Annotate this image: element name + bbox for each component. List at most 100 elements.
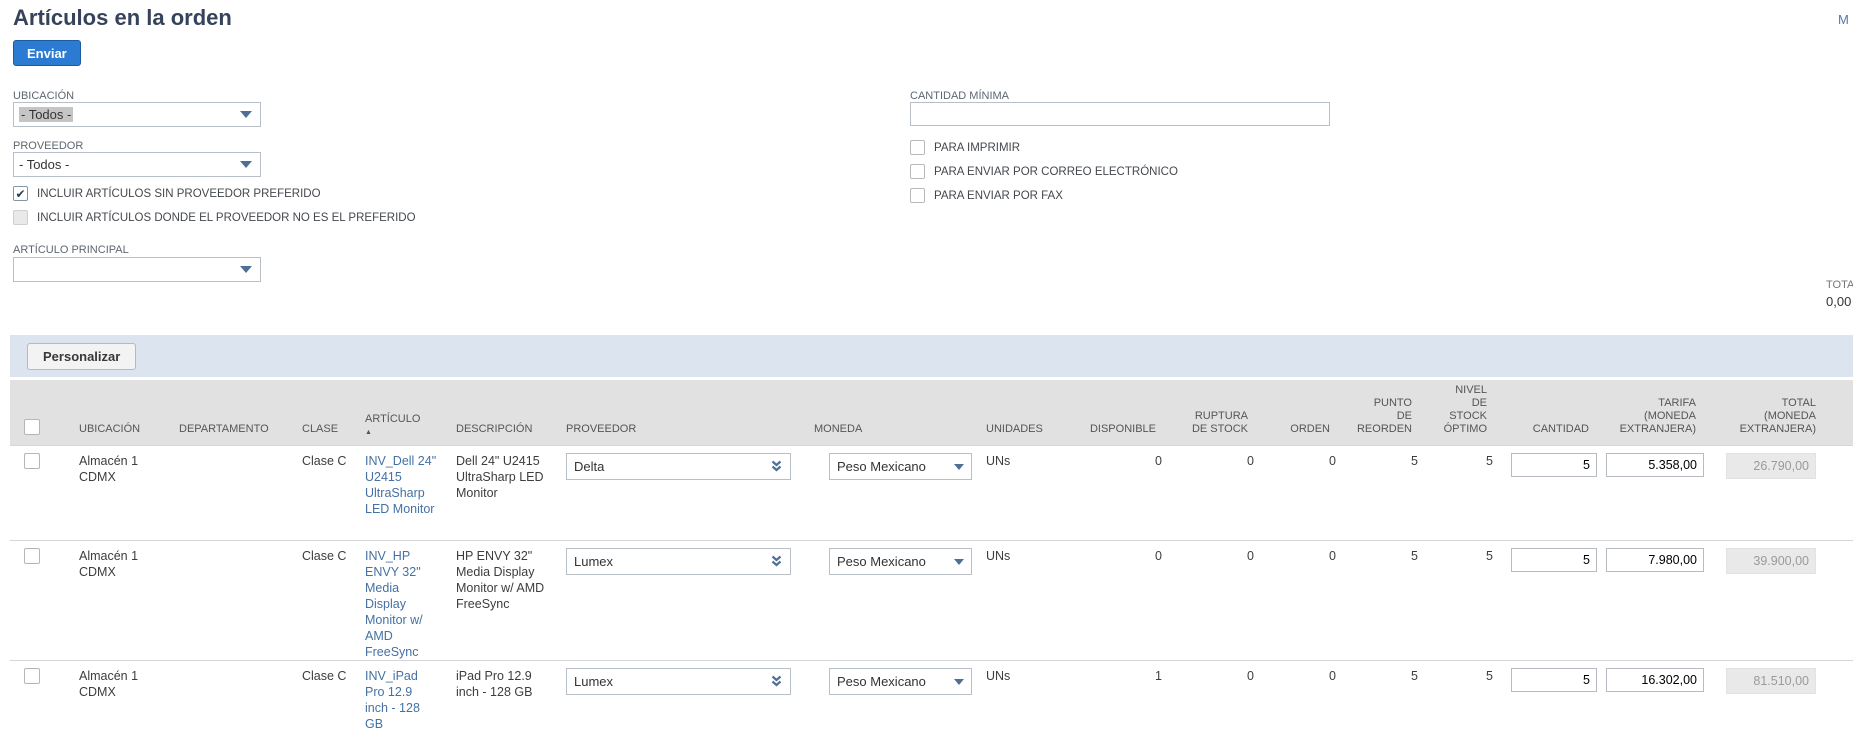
- customize-button[interactable]: Personalizar: [27, 342, 137, 370]
- cantidad-input[interactable]: [1511, 548, 1597, 572]
- row-moneda-select[interactable]: Peso Mexicano: [829, 668, 972, 695]
- column-header-ubicacion[interactable]: UBICACIÓN: [65, 380, 165, 445]
- cell-select: [10, 446, 65, 540]
- column-label: DEPARTAMENTO: [179, 423, 269, 435]
- cantidad-minima-input[interactable]: [910, 102, 1330, 126]
- cell-text: UNs: [986, 669, 1011, 683]
- item-link[interactable]: INV_Dell 24" U2415 UltraSharp LED Monito…: [365, 453, 442, 517]
- proveedor-select[interactable]: - Todos -: [13, 152, 261, 177]
- cell-select: [10, 541, 65, 660]
- cell-ruptura: 0: [1172, 446, 1264, 540]
- column-header-unidades[interactable]: UNIDADES: [972, 380, 1062, 445]
- row-moneda-select[interactable]: Peso Mexicano: [829, 548, 972, 575]
- cell-unidades: UNs: [972, 446, 1062, 540]
- column-label: CLASE: [302, 423, 339, 435]
- table-row: Almacén 1 CDMX Clase C INV_HP ENVY 32" Med…: [10, 540, 1853, 660]
- cell-text: 1: [1155, 669, 1162, 683]
- cell-text: 0: [1155, 454, 1162, 468]
- column-label: UNIDADES: [986, 423, 1043, 435]
- double-chevron-down-icon: [770, 460, 783, 473]
- column-header-cantidad[interactable]: CANTIDAD: [1503, 380, 1605, 445]
- cell-text: UNs: [986, 454, 1011, 468]
- cell-text: 0: [1329, 549, 1336, 563]
- select-all-checkbox[interactable]: [24, 419, 40, 435]
- tarifa-input[interactable]: [1606, 453, 1704, 477]
- item-link[interactable]: INV_HP ENVY 32" Media Display Monitor w/…: [365, 548, 442, 660]
- unchecked-checkbox[interactable]: [13, 210, 28, 225]
- dropdown-arrow-icon: [954, 463, 964, 470]
- column-header-punto_reorden[interactable]: PUNTO DE REORDEN: [1346, 380, 1428, 445]
- cell-text: 5: [1486, 549, 1493, 563]
- column-label: DISPONIBLE: [1089, 423, 1156, 435]
- cell-text: Almacén 1 CDMX: [79, 549, 139, 579]
- cell-text: Dell 24" U2415 UltraSharp LED Monitor: [456, 454, 544, 500]
- column-header-orden[interactable]: ORDEN: [1264, 380, 1346, 445]
- articulo-principal-select[interactable]: [13, 257, 261, 282]
- column-header-nivel_stock[interactable]: NIVEL DE STOCK ÓPTIMO: [1428, 380, 1503, 445]
- column-header-moneda[interactable]: MONEDA: [800, 380, 972, 445]
- cell-clase: Clase C: [288, 446, 352, 540]
- column-header-tarifa[interactable]: TARIFA (MONEDA EXTRANJERA): [1605, 380, 1712, 445]
- column-header-total[interactable]: TOTAL (MONEDA EXTRANJERA): [1712, 380, 1828, 445]
- cell-proveedor: Delta: [552, 446, 800, 540]
- column-header-clase[interactable]: CLASE: [288, 380, 352, 445]
- column-label: CANTIDAD: [1532, 423, 1589, 435]
- total-value: 0,00: [1826, 294, 1852, 309]
- cell-select: [10, 661, 65, 745]
- row-checkbox[interactable]: [24, 453, 40, 469]
- column-header-articulo[interactable]: ARTÍCULO ▲: [352, 380, 442, 445]
- proveedor-label: PROVEEDOR: [13, 140, 84, 152]
- para-imprimir-row: PARA IMPRIMIR: [910, 140, 1020, 155]
- cell-text: 5: [1411, 454, 1418, 468]
- cell-tarifa: [1605, 541, 1712, 660]
- cell-articulo: INV_Dell 24" U2415 UltraSharp LED Monito…: [352, 446, 442, 540]
- select-value: Peso Mexicano: [837, 673, 926, 689]
- unchecked-checkbox[interactable]: [910, 164, 925, 179]
- checkbox-label: INCLUIR ARTÍCULOS DONDE EL PROVEEDOR NO …: [37, 211, 416, 224]
- include-sin-proveedor-row: ✔ INCLUIR ARTÍCULOS SIN PROVEEDOR PREFER…: [13, 186, 321, 201]
- tarifa-input[interactable]: [1606, 668, 1704, 692]
- table-toolbar: Personalizar: [10, 335, 1853, 377]
- page: Artículos en la orden M Enviar UBICACIÓN…: [0, 0, 1853, 745]
- total-readonly-field: 39.900,00: [1726, 548, 1816, 574]
- cell-text: iPad Pro 12.9 inch - 128 GB: [456, 669, 533, 699]
- cell-total: 81.510,00: [1712, 661, 1828, 745]
- row-proveedor-select[interactable]: Lumex: [566, 668, 791, 695]
- column-header-proveedor[interactable]: PROVEEDOR: [552, 380, 800, 445]
- column-label: TOTAL (MONEDA EXTRANJERA): [1739, 397, 1816, 435]
- unchecked-checkbox[interactable]: [910, 188, 925, 203]
- cell-ubicacion: Almacén 1 CDMX: [65, 661, 165, 745]
- select-value: Peso Mexicano: [837, 458, 926, 474]
- ubicacion-label: UBICACIÓN: [13, 90, 75, 102]
- column-header-extra: [1828, 380, 1853, 445]
- unchecked-checkbox[interactable]: [910, 140, 925, 155]
- select-value: Delta: [574, 458, 605, 474]
- column-header-departamento[interactable]: DEPARTAMENTO: [165, 380, 288, 445]
- cantidad-input[interactable]: [1511, 668, 1597, 692]
- row-moneda-select[interactable]: Peso Mexicano: [829, 453, 972, 480]
- submit-button[interactable]: Enviar: [13, 40, 81, 66]
- more-link[interactable]: M: [1838, 12, 1849, 27]
- row-proveedor-select[interactable]: Lumex: [566, 548, 791, 575]
- table-header-row: UBICACIÓN DEPARTAMENTO CLASE ARTÍCULO ▲ DESCR…: [10, 380, 1853, 445]
- cell-proveedor: Lumex: [552, 661, 800, 745]
- column-header-descripcion[interactable]: DESCRIPCIÓN: [442, 380, 552, 445]
- tarifa-input[interactable]: [1606, 548, 1704, 572]
- column-header-ruptura[interactable]: RUPTURA DE STOCK: [1172, 380, 1264, 445]
- cell-departamento: [165, 661, 288, 745]
- para-fax-row: PARA ENVIAR POR FAX: [910, 188, 1063, 203]
- item-link[interactable]: INV_iPad Pro 12.9 inch - 128 GB: [365, 668, 442, 732]
- cell-disponible: 1: [1062, 661, 1172, 745]
- ubicacion-select[interactable]: - Todos -: [13, 102, 261, 127]
- cell-text: 0: [1247, 669, 1254, 683]
- row-proveedor-select[interactable]: Delta: [566, 453, 791, 480]
- row-checkbox[interactable]: [24, 668, 40, 684]
- dropdown-arrow-icon: [240, 161, 252, 168]
- column-header-disponible[interactable]: DISPONIBLE: [1062, 380, 1172, 445]
- cell-text: 0: [1155, 549, 1162, 563]
- checked-checkbox[interactable]: ✔: [13, 186, 28, 201]
- cantidad-input[interactable]: [1511, 453, 1597, 477]
- column-header-select: [10, 380, 65, 445]
- row-checkbox[interactable]: [24, 548, 40, 564]
- checkbox-label: PARA ENVIAR POR FAX: [934, 189, 1063, 202]
